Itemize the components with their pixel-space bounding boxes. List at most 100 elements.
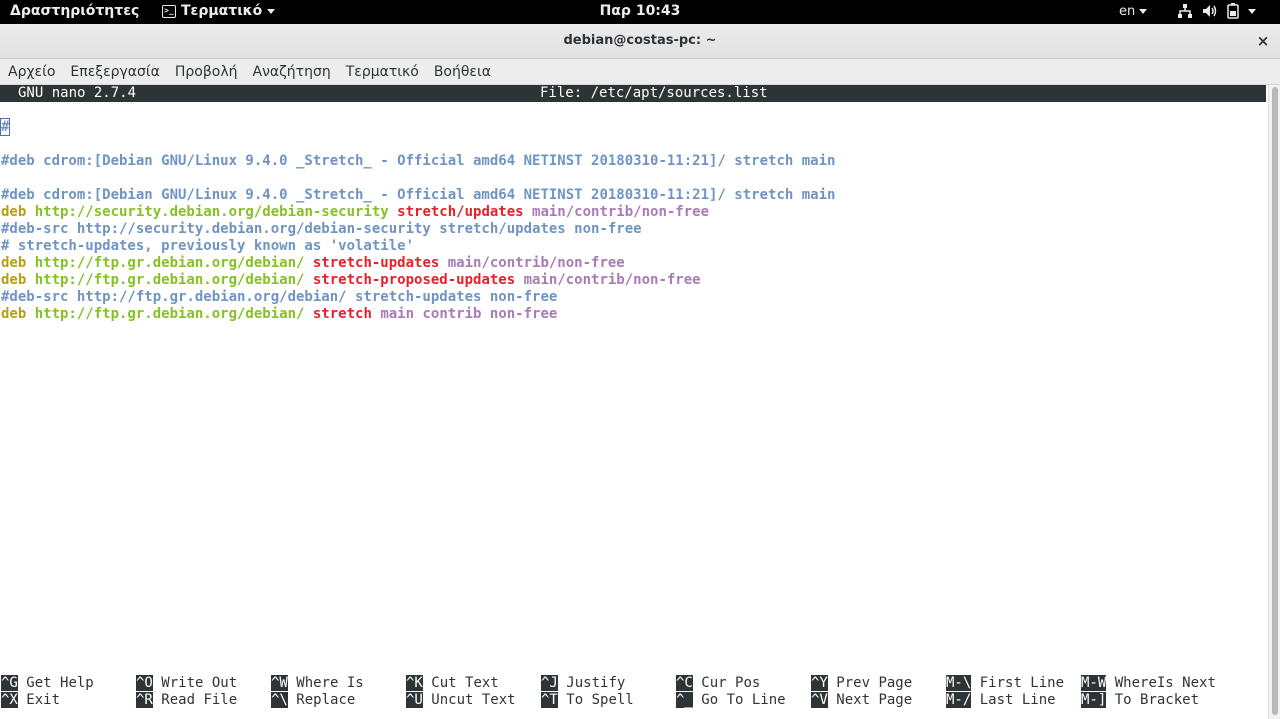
nano-title-bar: GNU nano 2.7.4 File: /etc/apt/sources.li… xyxy=(0,85,1266,102)
app-menu-label: Τερματικό xyxy=(181,3,263,19)
menu-view[interactable]: Προβολή xyxy=(175,64,238,80)
shortcut-item: ^G Get Help xyxy=(1,675,94,692)
shortcut-key: M-W xyxy=(1081,675,1107,691)
gnome-top-bar: Δραστηριότητες >_ Τερματικό Παρ 10:43 en xyxy=(0,0,1280,24)
editor-line: # xyxy=(0,118,1261,136)
menu-search[interactable]: Αναζήτηση xyxy=(253,64,331,80)
menu-help[interactable]: Βοήθεια xyxy=(434,64,491,80)
shortcut-label: Cur Pos xyxy=(701,675,761,691)
shortcut-item: ^O Write Out xyxy=(136,675,237,692)
shortcut-key: ^\ xyxy=(271,692,288,708)
shortcut-key: ^R xyxy=(136,692,153,708)
shortcut-item: M-W WhereIs Next xyxy=(1081,675,1216,692)
text-cursor: # xyxy=(0,118,11,136)
editor-line: deb http://security.debian.org/debian-se… xyxy=(1,204,1261,221)
shortcut-label: Write Out xyxy=(161,675,238,691)
shortcut-item: ^W Where Is xyxy=(271,675,364,692)
shortcut-label: Next Page xyxy=(836,692,913,708)
shortcut-item: ^T To Spell xyxy=(541,692,634,709)
shortcut-key: ^X xyxy=(1,692,18,708)
shortcut-label: Uncut Text xyxy=(431,692,516,708)
volume-icon xyxy=(1203,5,1217,17)
shortcut-label: Exit xyxy=(26,692,61,708)
shortcut-label: Last Line xyxy=(979,692,1056,708)
shortcut-item: ^J Justify xyxy=(541,675,625,692)
editor-line: deb http://ftp.gr.debian.org/debian/ str… xyxy=(1,272,1261,289)
shortcut-item: ^V Next Page xyxy=(811,692,912,709)
nano-shortcut-bar: ^G Get Help ^O Write Out ^W Where Is ^K Cut… xyxy=(1,675,1261,709)
suite-name: stretch-updates xyxy=(312,255,448,271)
deb-keyword: deb xyxy=(1,272,35,288)
network-icon xyxy=(1178,4,1192,18)
shortcut-label: To Bracket xyxy=(1114,692,1200,708)
activities-button[interactable]: Δραστηριότητες xyxy=(10,3,139,19)
shortcut-item: M-/ Last Line xyxy=(946,692,1056,709)
shortcut-item: ^R Read File xyxy=(136,692,237,709)
close-icon[interactable]: × xyxy=(1253,31,1273,51)
shortcut-label: WhereIs Next xyxy=(1114,675,1216,691)
shortcut-key: ^Y xyxy=(811,675,828,691)
deb-keyword: deb xyxy=(1,306,35,322)
shortcut-key: ^J xyxy=(541,675,558,691)
suite-name: stretch-proposed-updates xyxy=(312,272,524,288)
repo-url: http://ftp.gr.debian.org/debian/ xyxy=(34,272,313,288)
repo-url: http://ftp.gr.debian.org/debian/ xyxy=(34,255,313,271)
shortcut-item: ^U Uncut Text xyxy=(406,692,516,709)
app-menu-button[interactable]: >_ Τερματικό xyxy=(162,3,276,19)
repo-url: http://ftp.gr.debian.org/debian/ xyxy=(34,306,313,322)
deb-keyword: deb xyxy=(1,255,35,271)
terminal-scrollbar[interactable] xyxy=(1268,85,1280,719)
shortcut-label: Prev Page xyxy=(836,675,913,691)
shortcut-key: M-] xyxy=(1081,692,1107,708)
language-selector[interactable]: en xyxy=(1119,4,1148,19)
shortcut-key: ^V xyxy=(811,692,828,708)
shortcut-key: ^T xyxy=(541,692,558,708)
comment-text: # stretch-updates, previously known as '… xyxy=(1,238,415,254)
clock-label[interactable]: Παρ 10:43 xyxy=(600,3,681,19)
components: main contrib non-free xyxy=(380,306,558,322)
shortcut-item: ^Y Prev Page xyxy=(811,675,912,692)
chevron-down-icon xyxy=(1139,9,1148,14)
window-title-bar[interactable]: debian@costas-pc: ~ × xyxy=(0,24,1280,59)
editor-buffer[interactable]: # #deb cdrom:[Debian GNU/Linux 9.4.0 _Str… xyxy=(0,118,1261,323)
shortcut-key: ^_ xyxy=(676,692,693,708)
window-title: debian@costas-pc: ~ xyxy=(563,33,717,48)
shortcut-label: First Line xyxy=(979,675,1065,691)
shortcut-key: ^G xyxy=(1,675,18,691)
components: main/contrib/non-free xyxy=(447,255,625,271)
shortcut-row: ^X Exit ^R Read File ^\ Replace ^U Uncut Te… xyxy=(1,692,1261,709)
editor-line: #deb cdrom:[Debian GNU/Linux 9.4.0 _Stre… xyxy=(1,153,1261,170)
shortcut-key: ^O xyxy=(136,675,153,691)
menu-terminal[interactable]: Τερματικό xyxy=(346,64,419,80)
components: main/contrib/non-free xyxy=(532,204,710,220)
repo-url: http://security.debian.org/debian-securi… xyxy=(34,204,398,220)
shortcut-item: ^_ Go To Line xyxy=(676,692,786,709)
terminal-area[interactable]: GNU nano 2.7.4 File: /etc/apt/sources.li… xyxy=(0,85,1280,719)
editor-line: deb http://ftp.gr.debian.org/debian/ str… xyxy=(1,255,1261,272)
nano-filename: File: /etc/apt/sources.list xyxy=(540,85,768,101)
shortcut-label: Cut Text xyxy=(431,675,499,691)
shortcut-item: M-] To Bracket xyxy=(1081,692,1199,709)
shortcut-item: ^C Cur Pos xyxy=(676,675,760,692)
comment-text: #deb-src http://ftp.gr.debian.org/debian… xyxy=(1,289,558,305)
shortcut-label: To Spell xyxy=(566,692,634,708)
shortcut-key: M-\ xyxy=(946,675,972,691)
deb-keyword: deb xyxy=(1,204,35,220)
battery-icon xyxy=(1227,3,1239,19)
chevron-down-icon xyxy=(267,8,276,14)
editor-line: #deb-src http://ftp.gr.debian.org/debian… xyxy=(1,289,1261,306)
shortcut-key: ^K xyxy=(406,675,423,691)
comment-text: #deb cdrom:[Debian GNU/Linux 9.4.0 _Stre… xyxy=(1,187,836,203)
suite-name: stretch xyxy=(312,306,381,322)
system-menu[interactable] xyxy=(1177,3,1256,19)
menu-file[interactable]: Αρχείο xyxy=(8,64,55,80)
shortcut-label: Go To Line xyxy=(701,692,786,708)
language-label: en xyxy=(1119,4,1136,19)
shortcut-item: ^X Exit xyxy=(1,692,60,709)
terminal-app-icon: >_ xyxy=(162,4,176,18)
editor-line: #deb-src http://security.debian.org/debi… xyxy=(1,221,1261,238)
menu-edit[interactable]: Επεξεργασία xyxy=(70,64,159,80)
scrollbar-thumb[interactable] xyxy=(1272,87,1278,715)
